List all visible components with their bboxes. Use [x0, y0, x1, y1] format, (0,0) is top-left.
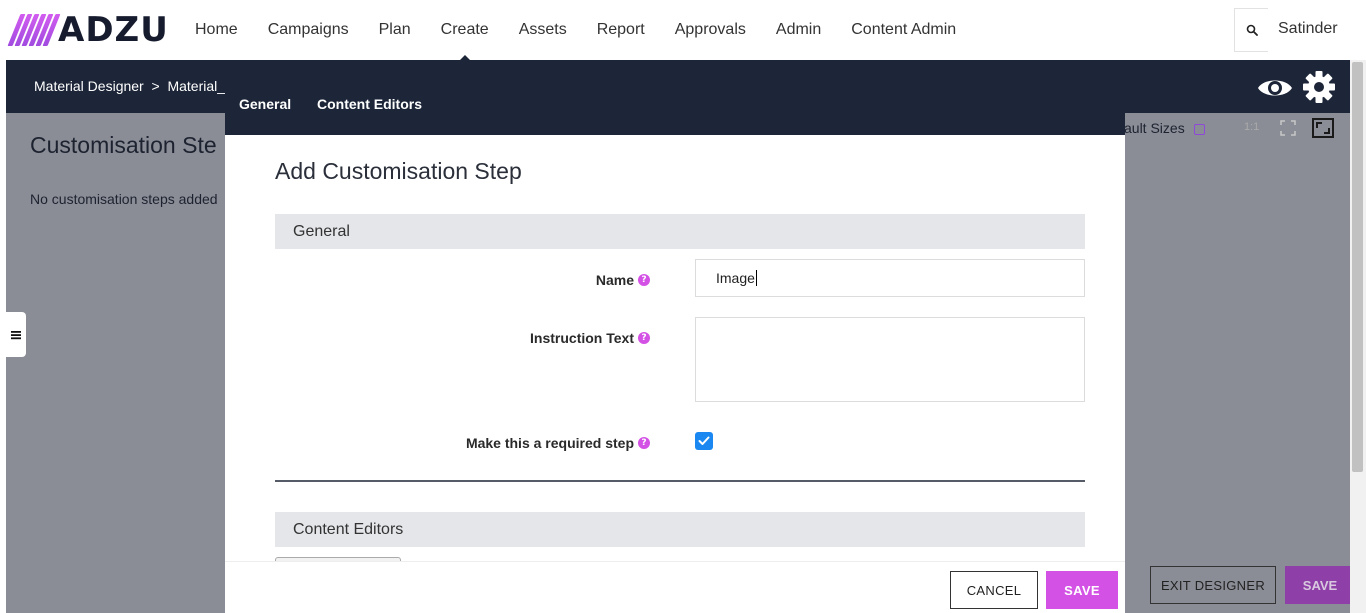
section-general-header: General	[275, 214, 1085, 249]
name-label: Name ?	[596, 272, 650, 288]
name-input[interactable]: Image	[695, 259, 1085, 297]
fit-to-screen-icon[interactable]	[1312, 118, 1334, 138]
name-help-icon[interactable]: ?	[638, 274, 650, 286]
nav-item-home[interactable]: Home	[180, 21, 253, 39]
settings-gear-icon[interactable]	[1302, 70, 1336, 104]
breadcrumb[interactable]: Material Designer > Material_T	[34, 78, 234, 94]
hamburger-icon	[11, 330, 21, 339]
logo-text: ADZU	[58, 10, 169, 50]
main-nav: Home Campaigns Plan Create Assets Report…	[180, 0, 971, 61]
instruction-label-text: Instruction Text	[530, 330, 634, 346]
modal-footer: CANCEL SAVE	[225, 561, 1125, 613]
preview-eye-icon[interactable]	[1256, 73, 1294, 103]
adzu-logo[interactable]: ADZU	[7, 10, 169, 50]
instruction-text-area[interactable]	[695, 317, 1085, 402]
checkmark-icon	[698, 436, 710, 445]
search-button[interactable]	[1234, 8, 1268, 52]
exit-designer-button[interactable]: EXIT DESIGNER	[1150, 566, 1276, 604]
tab-content-editors[interactable]: Content Editors	[317, 96, 422, 112]
nav-item-content-admin[interactable]: Content Admin	[836, 21, 971, 39]
nav-item-assets[interactable]: Assets	[504, 21, 582, 39]
required-help-icon[interactable]: ?	[638, 437, 650, 449]
tab-general[interactable]: General	[239, 96, 291, 112]
user-menu[interactable]: Satinder	[1278, 20, 1338, 38]
default-sizes-label: ault Sizes	[1124, 120, 1185, 136]
required-label-text: Make this a required step	[465, 435, 634, 451]
nav-item-create[interactable]: Create	[426, 21, 504, 61]
modal-title: Add Customisation Step	[275, 158, 522, 184]
nav-item-report[interactable]: Report	[582, 21, 660, 39]
name-input-value: Image	[716, 270, 755, 286]
top-navbar: ADZU Home Campaigns Plan Create Assets R…	[0, 0, 1366, 61]
name-label-text: Name	[595, 272, 634, 288]
sidebar-toggle[interactable]	[6, 312, 26, 357]
section-content-editors-header: Content Editors	[275, 512, 1085, 547]
search-icon	[1246, 24, 1258, 36]
nav-item-admin[interactable]: Admin	[761, 21, 836, 39]
logo-slashes	[7, 14, 61, 46]
default-sizes-checkbox[interactable]	[1194, 124, 1205, 135]
cancel-button[interactable]: CANCEL	[950, 571, 1038, 609]
instruction-text-label: Instruction Text ?	[530, 330, 650, 346]
empty-steps-text: No customisation steps added	[30, 191, 218, 207]
ratio-label[interactable]: 1:1	[1244, 121, 1259, 133]
nav-item-campaigns[interactable]: Campaigns	[253, 21, 364, 39]
nav-item-approvals[interactable]: Approvals	[660, 21, 761, 39]
nav-item-plan[interactable]: Plan	[364, 21, 426, 39]
designer-section-title: Customisation Ste	[30, 132, 217, 158]
scrollbar-thumb[interactable]	[1352, 62, 1363, 472]
fullscreen-icon[interactable]	[1280, 120, 1296, 136]
required-step-label: Make this a required step ?	[466, 435, 650, 451]
required-step-checkbox[interactable]	[695, 432, 713, 450]
instruction-help-icon[interactable]: ?	[638, 332, 650, 344]
save-button[interactable]: SAVE	[1046, 571, 1118, 609]
add-customisation-step-modal: General Content Editors Add Customisatio…	[225, 74, 1125, 613]
section-divider	[275, 480, 1085, 482]
designer-save-button[interactable]: SAVE	[1285, 566, 1355, 604]
modal-tab-bar: General Content Editors	[225, 74, 1125, 135]
page-scrollbar[interactable]	[1350, 60, 1366, 613]
